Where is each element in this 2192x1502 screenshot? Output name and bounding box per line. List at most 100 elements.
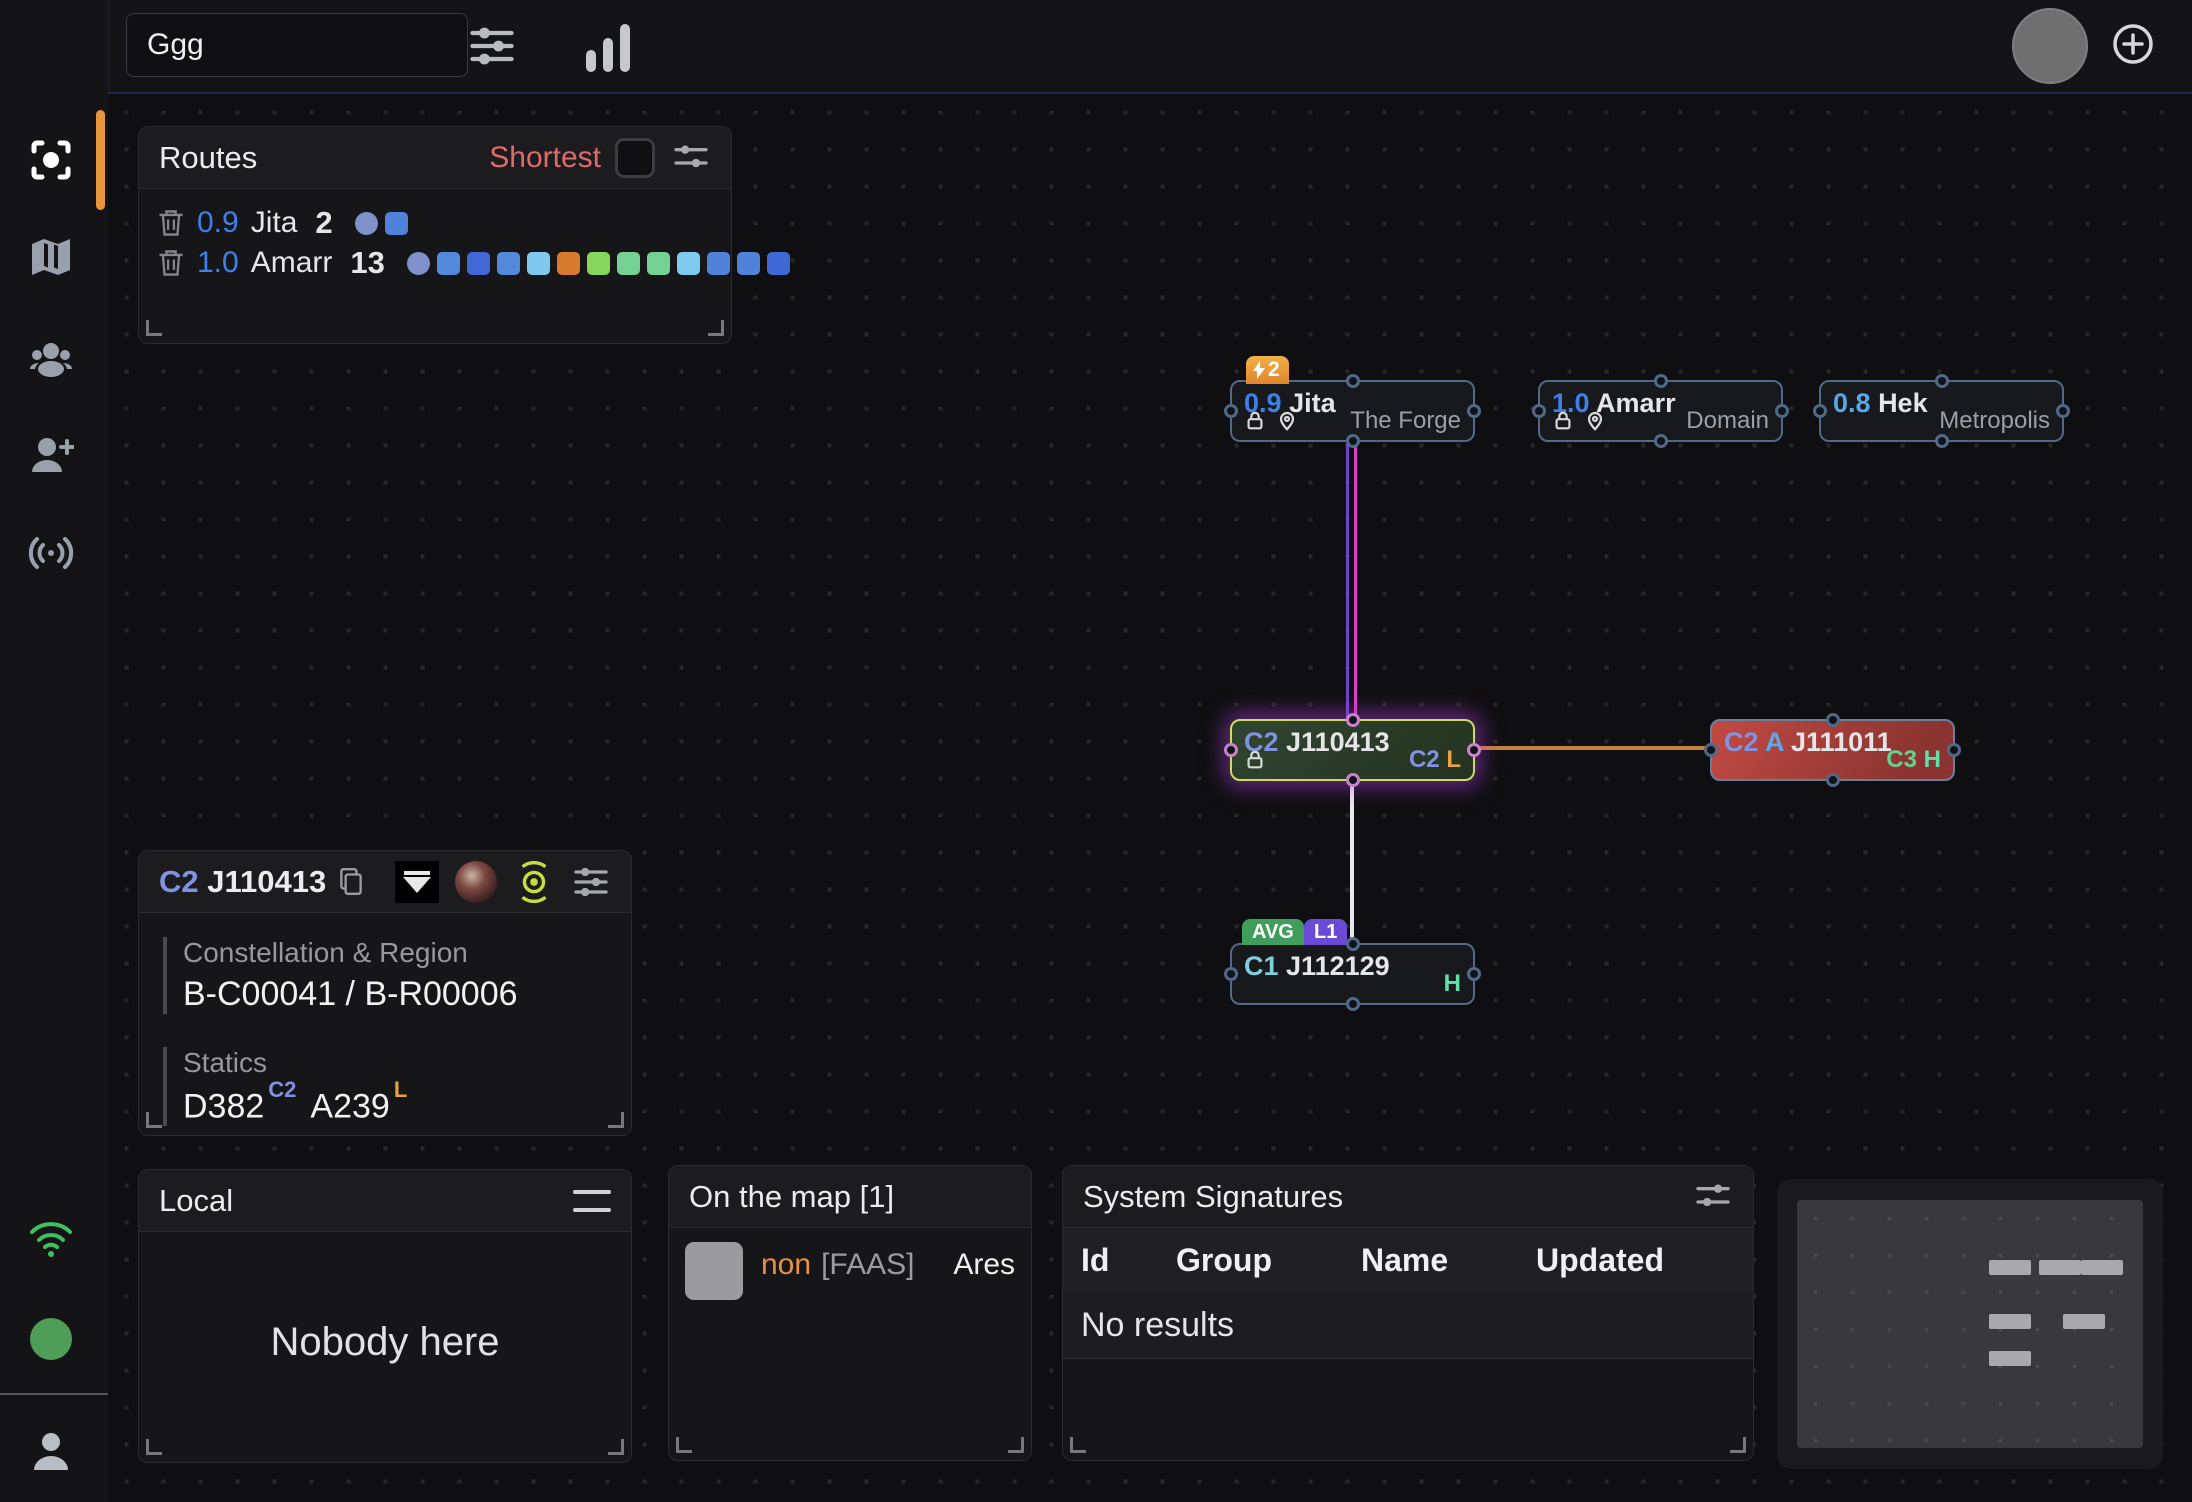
profile-icon[interactable] xyxy=(28,1428,74,1474)
minimap-node xyxy=(1989,1351,2031,1366)
constellation-region-section: Constellation & Region B-C00041 / B-R000… xyxy=(163,937,518,1014)
route-step-chip xyxy=(647,252,670,275)
location-pin-icon xyxy=(1584,410,1606,432)
signatures-empty-row: No results xyxy=(1063,1292,1753,1359)
lock-icon xyxy=(1244,749,1266,771)
minimap-viewport[interactable] xyxy=(1797,1200,2143,1448)
port-left[interactable] xyxy=(1532,404,1546,418)
route-step-chip xyxy=(557,252,580,275)
port-right[interactable] xyxy=(1467,967,1481,981)
system-node-j112129[interactable]: AVG L1 C1 J112129 H xyxy=(1230,943,1475,1005)
column-name: Name xyxy=(1361,1242,1536,1279)
pilot-ship-type: Ares xyxy=(953,1248,1015,1282)
port-top[interactable] xyxy=(1826,713,1840,727)
port-left[interactable] xyxy=(1704,743,1718,757)
port-top[interactable] xyxy=(1935,374,1949,388)
wormhole-thumbnail[interactable] xyxy=(455,861,497,903)
minimap-node xyxy=(2039,1260,2081,1275)
location-pin-icon xyxy=(1276,410,1298,432)
route-step-chip xyxy=(737,252,760,275)
port-bottom[interactable] xyxy=(1935,434,1949,448)
local-menu-icon[interactable] xyxy=(573,1190,611,1212)
delete-route-icon[interactable] xyxy=(157,248,185,278)
region-label: Domain xyxy=(1686,407,1769,435)
region-label: The Forge xyxy=(1350,407,1461,435)
port-bottom[interactable] xyxy=(1346,773,1360,787)
region-label: Metropolis xyxy=(1939,407,2050,435)
on-the-map-title: On the map [1] xyxy=(689,1179,894,1215)
route-row-amarr[interactable]: 1.0 Amarr 13 xyxy=(157,245,790,281)
port-right[interactable] xyxy=(1467,743,1481,757)
local-empty-text: Nobody here xyxy=(139,1320,631,1365)
sidebar-item-characters-icon[interactable] xyxy=(28,335,74,381)
route-row-jita[interactable]: 0.9 Jita 2 xyxy=(157,205,408,241)
minimap-node xyxy=(1989,1314,2031,1329)
shortest-label: Shortest xyxy=(489,141,601,175)
local-title: Local xyxy=(159,1183,233,1219)
minimap-panel[interactable] xyxy=(1777,1179,2163,1469)
connection-jita-j110413-violet[interactable] xyxy=(1346,444,1349,720)
system-node-hek[interactable]: 0.8 Hek Metropolis xyxy=(1819,380,2064,442)
routes-settings-icon[interactable] xyxy=(671,138,711,178)
system-info-panel: C2 J110413 Constellation & Region B-C000… xyxy=(138,850,632,1136)
system-settings-icon[interactable] xyxy=(571,862,611,902)
sidebar-item-broadcast-icon[interactable] xyxy=(28,530,74,576)
sov-flag-icon[interactable] xyxy=(395,861,439,903)
port-left[interactable] xyxy=(1224,967,1238,981)
constellation-region-value: B-C00041 / B-R00006 xyxy=(183,975,518,1014)
port-right[interactable] xyxy=(1467,404,1481,418)
statics-status: H xyxy=(1444,970,1461,998)
connection-j110413-j111011[interactable] xyxy=(1475,746,1712,750)
route-step-chip xyxy=(407,252,430,275)
port-right[interactable] xyxy=(1775,404,1789,418)
map-name-input[interactable] xyxy=(126,13,468,77)
pilot-row[interactable]: non [FAAS] Ares xyxy=(685,1242,1015,1300)
route-chips xyxy=(355,212,408,235)
port-top[interactable] xyxy=(1346,713,1360,727)
shortest-checkbox[interactable] xyxy=(615,138,655,178)
statics-class: C3 xyxy=(1886,746,1917,773)
connection-j110413-j112129[interactable] xyxy=(1350,781,1354,944)
port-right[interactable] xyxy=(1947,743,1961,757)
user-avatar[interactable] xyxy=(2012,8,2088,84)
copy-icon[interactable] xyxy=(338,867,364,897)
system-node-j110413[interactable]: C2 J110413 C2 L xyxy=(1230,719,1475,781)
focus-target-icon[interactable] xyxy=(513,861,555,903)
route-step-chip xyxy=(617,252,640,275)
section-label: Constellation & Region xyxy=(183,937,518,969)
pilot-name: non xyxy=(761,1248,811,1282)
system-name: J110413 xyxy=(207,864,326,899)
port-left[interactable] xyxy=(1224,404,1238,418)
port-left[interactable] xyxy=(1224,743,1238,757)
column-group: Group xyxy=(1176,1242,1361,1279)
statics-status: H xyxy=(1924,746,1941,773)
map-filter-icon[interactable] xyxy=(466,20,518,72)
port-bottom[interactable] xyxy=(1346,997,1360,1011)
stats-chart-icon[interactable] xyxy=(586,20,638,72)
lock-icon xyxy=(1552,410,1574,432)
port-top[interactable] xyxy=(1346,374,1360,388)
port-left[interactable] xyxy=(1813,404,1827,418)
signatures-table-header: Id Group Name Updated xyxy=(1063,1228,1753,1293)
delete-route-icon[interactable] xyxy=(157,208,185,238)
sidebar-item-tracker-focus-icon[interactable] xyxy=(28,137,74,183)
l1-badge: L1 xyxy=(1304,919,1347,945)
lightning-icon xyxy=(1251,361,1267,379)
route-step-chip xyxy=(497,252,520,275)
system-node-j111011[interactable]: C2 A J111011 C3 H xyxy=(1710,719,1955,781)
port-bottom[interactable] xyxy=(1346,434,1360,448)
system-node-jita[interactable]: 2 0.9 Jita The Forge xyxy=(1230,380,1475,442)
port-top[interactable] xyxy=(1654,374,1668,388)
port-right[interactable] xyxy=(2056,404,2070,418)
port-top[interactable] xyxy=(1346,937,1360,951)
connection-jita-j110413-magenta[interactable] xyxy=(1354,444,1357,720)
signatures-settings-icon[interactable] xyxy=(1693,1177,1733,1217)
port-bottom[interactable] xyxy=(1654,434,1668,448)
sidebar-item-add-character-icon[interactable] xyxy=(28,432,74,478)
sidebar-item-map-icon[interactable] xyxy=(28,234,74,280)
system-node-amarr[interactable]: 1.0 Amarr Domain xyxy=(1538,380,1783,442)
column-id: Id xyxy=(1081,1242,1176,1279)
port-bottom[interactable] xyxy=(1826,773,1840,787)
add-icon[interactable] xyxy=(2112,23,2154,65)
route-step-chip xyxy=(385,212,408,235)
